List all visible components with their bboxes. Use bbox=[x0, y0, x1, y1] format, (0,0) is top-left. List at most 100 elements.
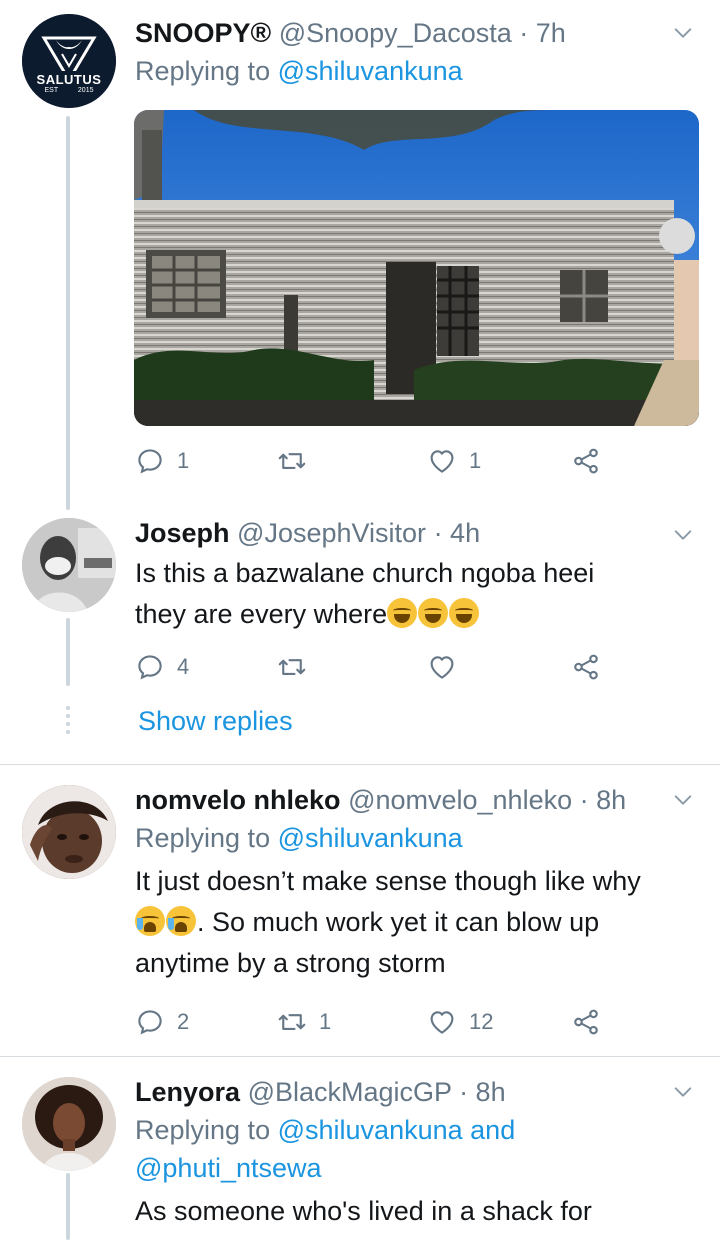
action-bar: 4 bbox=[135, 650, 615, 684]
lenyora-avatar-image bbox=[22, 1077, 116, 1171]
tweet-text: As someone who's lived in a shack for bbox=[135, 1191, 700, 1232]
share-button[interactable] bbox=[571, 444, 601, 478]
crying-face-emoji-icon bbox=[135, 906, 165, 936]
replying-to-link[interactable]: @phuti_ntsewa bbox=[135, 1153, 322, 1183]
reply-count: 4 bbox=[177, 654, 190, 679]
reply-button[interactable]: 2 bbox=[135, 1005, 189, 1039]
timestamp[interactable]: · 8h bbox=[580, 785, 627, 815]
retweet-count: 1 bbox=[319, 1009, 332, 1034]
laughing-tears-emoji-icon bbox=[418, 598, 449, 628]
shack-photo-image bbox=[134, 110, 699, 426]
replying-to-link[interactable]: @shiluvankuna bbox=[278, 823, 463, 853]
crying-face-emoji-icon bbox=[166, 906, 196, 936]
display-name[interactable]: SNOOPY bbox=[135, 18, 251, 48]
replying-prefix: Replying to bbox=[135, 56, 271, 86]
timestamp[interactable]: · 4h bbox=[434, 518, 481, 548]
action-bar: 1 1 bbox=[135, 444, 615, 478]
action-bar: 2 1 12 bbox=[135, 1005, 615, 1039]
replying-and: and bbox=[470, 1115, 516, 1145]
reply-count: 1 bbox=[177, 448, 190, 473]
heart-icon bbox=[427, 1007, 457, 1037]
tweet-header: SNOOPY® @Snoopy_Dacosta · 7h bbox=[135, 16, 700, 50]
share-icon bbox=[571, 446, 601, 476]
timestamp[interactable]: · 8h bbox=[459, 1077, 506, 1107]
handle[interactable]: @nomvelo_nhleko bbox=[348, 785, 572, 815]
retweet-icon bbox=[277, 446, 307, 476]
tweet-text-line: they are every where bbox=[135, 599, 388, 629]
tweet-text: Is this a bazwalane church ngoba heei th… bbox=[135, 553, 700, 635]
tweet-snoopy[interactable]: SALUTUS EST 2015 SNOOPY® @Snoopy_Dacosta… bbox=[0, 0, 720, 510]
handle[interactable]: @Snoopy_Dacosta bbox=[279, 18, 512, 48]
chevron-down-icon[interactable] bbox=[672, 524, 694, 546]
replying-to-link[interactable]: @shiluvankuna bbox=[278, 56, 463, 86]
replying-to: Replying to @shiluvankuna bbox=[135, 819, 700, 857]
like-button[interactable]: 12 bbox=[427, 1005, 493, 1039]
laughing-tears-emoji-icon bbox=[387, 598, 418, 628]
reply-button[interactable]: 1 bbox=[135, 444, 189, 478]
tweet-header: Lenyora @BlackMagicGP · 8h bbox=[135, 1075, 700, 1109]
tweet-photo[interactable] bbox=[134, 110, 699, 426]
tweet-lenyora[interactable]: Lenyora @BlackMagicGP · 8h Replying to @… bbox=[0, 1057, 720, 1240]
joseph-avatar-image bbox=[22, 518, 116, 612]
share-button[interactable] bbox=[571, 1005, 601, 1039]
laughing-tears-emoji-icon bbox=[449, 598, 480, 628]
retweet-button[interactable] bbox=[277, 444, 319, 478]
avatar-year-text: 2015 bbox=[77, 87, 94, 94]
timestamp[interactable]: · 7h bbox=[519, 18, 566, 48]
show-replies-link[interactable]: Show replies bbox=[138, 706, 293, 737]
thread-line bbox=[66, 618, 70, 686]
chevron-down-icon[interactable] bbox=[672, 22, 694, 44]
reply-button[interactable]: 4 bbox=[135, 650, 189, 684]
tweet-text-line: Is this a bazwalane church ngoba heei bbox=[135, 558, 595, 588]
tweet-text-line: anytime by a strong storm bbox=[135, 948, 446, 978]
nomvelo-avatar-image bbox=[22, 785, 116, 879]
like-button[interactable] bbox=[427, 650, 457, 684]
registered-mark: ® bbox=[250, 17, 272, 48]
share-icon bbox=[571, 652, 601, 682]
thread-line bbox=[66, 116, 70, 510]
thread-line bbox=[66, 1173, 70, 1240]
display-name[interactable]: Joseph bbox=[135, 518, 230, 548]
tweet-text-line: . So much work yet it can blow up bbox=[197, 907, 600, 937]
reply-icon bbox=[135, 1007, 165, 1037]
avatar-text: SALUTUS bbox=[36, 72, 102, 87]
retweet-button[interactable] bbox=[277, 650, 307, 684]
retweet-button[interactable]: 1 bbox=[277, 1005, 331, 1039]
like-count: 12 bbox=[469, 1009, 494, 1034]
like-button[interactable]: 1 bbox=[427, 444, 481, 478]
reply-icon bbox=[135, 446, 165, 476]
replying-prefix: Replying to bbox=[135, 1115, 271, 1145]
avatar[interactable] bbox=[22, 1077, 116, 1171]
avatar[interactable]: SALUTUS EST 2015 bbox=[22, 14, 116, 108]
handle[interactable]: @BlackMagicGP bbox=[248, 1077, 452, 1107]
retweet-icon bbox=[277, 652, 307, 682]
tweet-joseph[interactable]: Joseph @JosephVisitor · 4h Is this a baz… bbox=[0, 510, 720, 764]
replying-prefix: Replying to bbox=[135, 823, 271, 853]
heart-icon bbox=[427, 652, 457, 682]
thread-dots bbox=[65, 706, 71, 738]
heart-icon bbox=[427, 446, 457, 476]
avatar-est-text: EST bbox=[44, 87, 59, 94]
tweet-header: nomvelo nhleko @nomvelo_nhleko · 8h bbox=[135, 783, 700, 817]
tweet-text: It just doesn’t make sense though like w… bbox=[135, 861, 700, 984]
tweet-text-line: It just doesn’t make sense though like w… bbox=[135, 866, 641, 896]
display-name[interactable]: Lenyora bbox=[135, 1077, 240, 1107]
avatar[interactable] bbox=[22, 518, 116, 612]
share-icon bbox=[571, 1007, 601, 1037]
tweet-text-line: As someone who's lived in a shack for bbox=[135, 1196, 592, 1226]
chevron-down-icon[interactable] bbox=[672, 789, 694, 811]
chevron-down-icon[interactable] bbox=[672, 1081, 694, 1103]
share-button[interactable] bbox=[571, 650, 601, 684]
display-name[interactable]: nomvelo nhleko bbox=[135, 785, 341, 815]
like-count: 1 bbox=[469, 448, 482, 473]
retweet-icon bbox=[277, 1007, 307, 1037]
reply-icon bbox=[135, 652, 165, 682]
avatar[interactable] bbox=[22, 785, 116, 879]
replying-to-link[interactable]: @shiluvankuna bbox=[278, 1115, 463, 1145]
tweet-header: Joseph @JosephVisitor · 4h bbox=[135, 516, 700, 550]
handle[interactable]: @JosephVisitor bbox=[237, 518, 426, 548]
replying-to: Replying to @shiluvankuna and @phuti_nts… bbox=[135, 1111, 700, 1187]
replying-to: Replying to @shiluvankuna bbox=[135, 52, 700, 90]
tweet-nomvelo[interactable]: nomvelo nhleko @nomvelo_nhleko · 8h Repl… bbox=[0, 765, 720, 1056]
reply-count: 2 bbox=[177, 1009, 190, 1034]
